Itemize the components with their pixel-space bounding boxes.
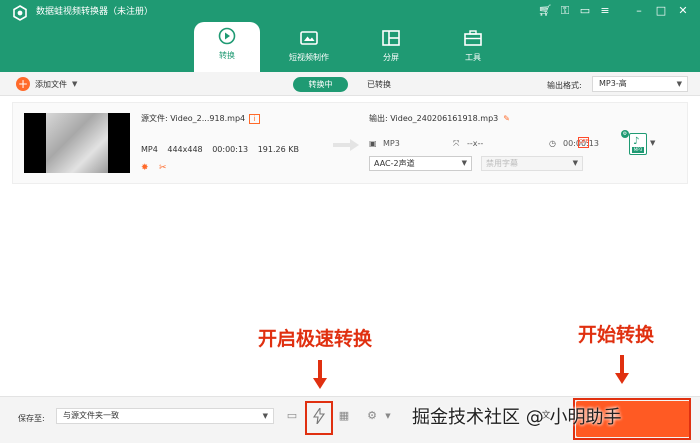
resize-icon: ⤧ [453, 139, 460, 148]
tab-tools[interactable]: 工具 [440, 24, 506, 70]
tab-split-screen-label: 分屏 [383, 53, 399, 62]
subtitle-off-icon[interactable]: OFF [578, 137, 589, 148]
source-file-name-text: 源文件: Video_2...918.mp4 [141, 114, 246, 123]
annotation-turbo-text: 开启极速转换 [258, 328, 373, 350]
toolbar: + 添加文件 ▼ 转换中 已转换 输出格式: MP3-高 ▼ [0, 72, 700, 96]
info-icon[interactable]: i [249, 114, 261, 124]
film-icon: ▣ [369, 139, 377, 148]
watermark-text: 掘金技术社区 @ 小明助手 [412, 407, 622, 428]
save-to-value: 与源文件夹一致 [63, 411, 119, 420]
tab-tools-label: 工具 [465, 53, 481, 62]
output-meta: ▣ MP3 ⤧ --x-- ◷ 00:00:13 [369, 139, 599, 151]
app-title: 数据蛙视频转换器（未注册） [36, 7, 154, 17]
maximize-icon[interactable]: □ [654, 4, 668, 18]
save-to-label: 保存至: [18, 414, 45, 423]
subtitle-select[interactable]: 禁用字幕 ▼ [481, 156, 583, 171]
bottom-bar: 保存至: 与源文件夹一致 ▼ ▭ ▦ ⚙ ▼ 文 掘金技术社区 @ 小明助手 [0, 396, 700, 443]
magic-wand-icon[interactable]: ✸ [141, 163, 151, 173]
annotation-arrow-icon [615, 355, 629, 384]
source-file-name: 源文件: Video_2...918.mp4 i [141, 113, 261, 124]
source-meta: MP4 444x448 00:00:13 191.26 KB [141, 145, 306, 154]
chevron-down-icon: ▼ [676, 80, 682, 88]
source-format: MP4 [141, 145, 158, 154]
tab-split-screen[interactable]: 分屏 [358, 24, 424, 70]
title-bar: 数据蛙视频转换器（未注册） 🛒︎ ⚿ ▭ ≡ – □ ✕ 转换 短视频制作 分屏 [0, 0, 700, 72]
output-file-name: 输出: Video_240206161918.mp3 ✎ [369, 113, 510, 124]
output-format-value: MP3-高 [599, 79, 627, 88]
scissors-icon[interactable]: ✂ [159, 163, 169, 173]
chevron-down-icon: ▼ [461, 159, 467, 167]
audio-track-select[interactable]: AAC-2声道 ▼ [369, 156, 472, 171]
pencil-icon[interactable]: ✎ [503, 114, 510, 123]
source-actions: ✸ ✂ [141, 163, 169, 173]
close-icon[interactable]: ✕ [676, 4, 690, 18]
add-file-button[interactable]: + 添加文件 ▼ [16, 76, 77, 92]
chevron-down-icon[interactable]: ▼ [72, 80, 77, 88]
app-logo-icon [13, 5, 27, 21]
cart-icon[interactable]: 🛒︎ [538, 4, 552, 18]
output-resolution: --x-- [467, 139, 484, 148]
mp3-tag: MP3 [632, 147, 644, 153]
add-file-label: 添加文件 [35, 79, 67, 89]
video-thumbnail[interactable] [24, 113, 130, 173]
convert-icon [218, 27, 236, 45]
plus-icon: + [16, 77, 30, 91]
tab-converting[interactable]: 转换中 [293, 77, 348, 92]
annotation-arrow-icon [313, 360, 327, 389]
chevron-down-icon[interactable]: ▼ [650, 139, 655, 147]
music-note-icon: ♪ [633, 136, 640, 147]
chevron-down-icon[interactable]: ▼ [380, 408, 396, 424]
arrow-right-icon [333, 139, 359, 151]
minimize-icon[interactable]: – [632, 4, 646, 18]
subtitle-value: 禁用字幕 [486, 159, 518, 168]
thumbnail-image [46, 113, 108, 173]
source-resolution: 444x448 [167, 145, 203, 154]
save-to-select[interactable]: 与源文件夹一致 ▼ [56, 408, 274, 424]
folder-icon[interactable]: ▭ [284, 408, 300, 424]
gear-icon[interactable]: ⚙ [364, 408, 380, 424]
source-size: 191.26 KB [257, 145, 299, 154]
tab-convert-label: 转换 [219, 51, 235, 60]
audio-track-value: AAC-2声道 [374, 159, 415, 168]
tab-short-video-label: 短视频制作 [289, 53, 329, 62]
tab-short-video[interactable]: 短视频制作 [276, 24, 342, 70]
turbo-highlight-box [305, 401, 333, 435]
toolbox-icon [464, 30, 482, 46]
hardware-accel-icon[interactable]: ▦ [336, 408, 352, 424]
annotation-start-text: 开始转换 [578, 324, 655, 346]
main-content: + 添加文件 ▼ 转换中 已转换 输出格式: MP3-高 ▼ 源文件: Vide… [0, 72, 700, 443]
menu-icon[interactable]: ≡ [598, 4, 612, 18]
file-row: 源文件: Video_2...918.mp4 i MP4 444x448 00:0… [12, 102, 688, 184]
key-icon[interactable]: ⚿ [558, 4, 572, 18]
settings-badge: ⚙ [621, 130, 629, 138]
split-screen-icon [382, 30, 400, 46]
chevron-down-icon: ▼ [262, 412, 268, 420]
short-video-icon [300, 31, 318, 45]
feedback-icon[interactable]: ▭ [578, 4, 592, 18]
output-file-name-text: 输出: Video_240206161918.mp3 [369, 114, 499, 123]
tab-convert[interactable]: 转换 [194, 22, 260, 72]
output-format-label: 输出格式: [547, 81, 582, 90]
output-format: MP3 [383, 139, 400, 148]
source-duration: 00:00:13 [212, 145, 249, 154]
chevron-down-icon: ▼ [572, 159, 578, 167]
tab-converted[interactable]: 已转换 [355, 77, 403, 92]
mp3-format-icon[interactable]: ♪ MP3 [629, 133, 647, 155]
clock-icon: ◷ [549, 139, 556, 148]
output-format-select[interactable]: MP3-高 ▼ [592, 76, 688, 92]
